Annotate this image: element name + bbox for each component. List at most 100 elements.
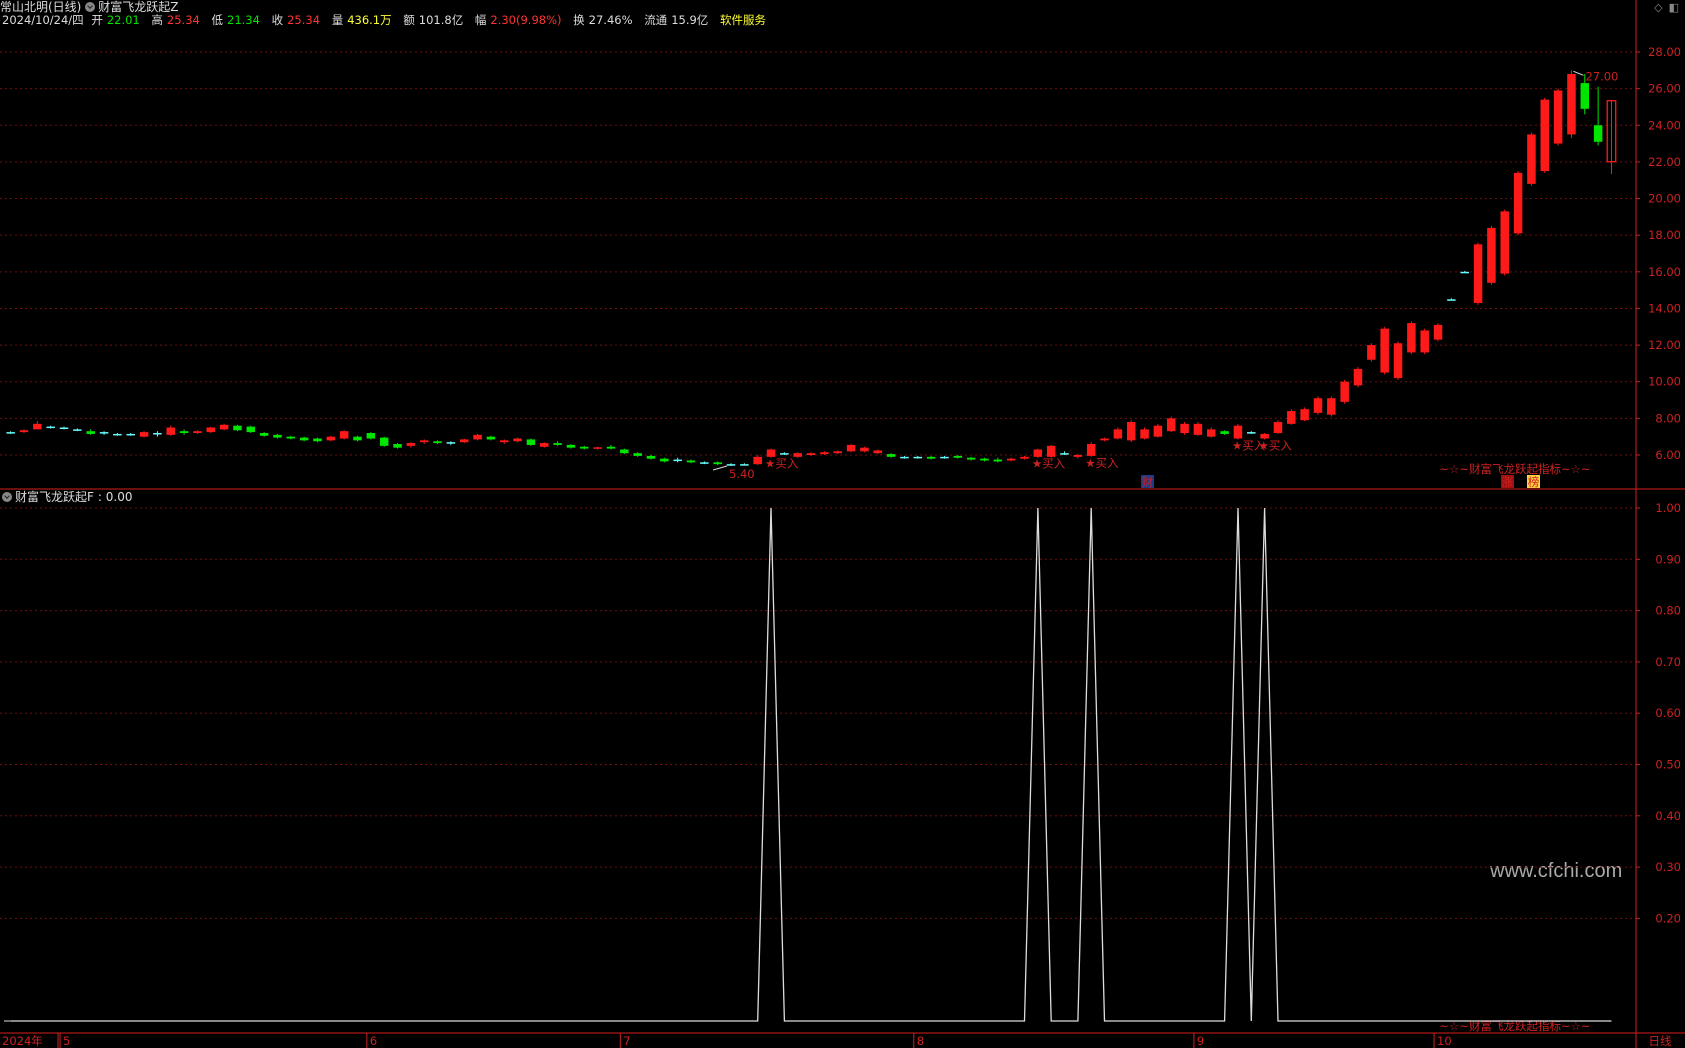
candle (126, 433, 135, 436)
candle (606, 444, 616, 450)
candle (1247, 431, 1256, 434)
candle-body (500, 440, 509, 443)
candle-body (900, 456, 909, 459)
candle (233, 424, 242, 432)
candle (86, 429, 95, 435)
candle-body (1327, 398, 1336, 415)
candle (980, 457, 989, 462)
candle (1340, 379, 1349, 404)
candle-body (820, 452, 829, 455)
candle (806, 452, 816, 456)
candle-body (1207, 429, 1216, 437)
candle (860, 446, 869, 453)
candle-body (86, 431, 95, 434)
candle-body (113, 433, 122, 436)
candle-body (980, 458, 989, 461)
candle-body (419, 440, 429, 443)
candle-body (1220, 431, 1229, 434)
candle-body (459, 439, 469, 443)
candle-body (886, 454, 896, 457)
candle-body (1193, 423, 1203, 435)
chart-canvas[interactable]: 28.00 26.00 24.00 22.00 20.00 18.00 16.00 14.00… (0, 0, 1685, 1048)
candle-body (33, 423, 42, 430)
candle (179, 429, 189, 435)
candle (900, 455, 909, 459)
candle-body (19, 430, 29, 433)
candle-body (1567, 73, 1576, 135)
sub-tick-label: 0.70 (1655, 655, 1681, 669)
candle (339, 430, 349, 440)
candle-body (1060, 453, 1069, 455)
candle-body (299, 437, 309, 441)
candle (379, 436, 389, 447)
candle (206, 426, 216, 434)
candle-body (1433, 324, 1443, 340)
candle-body (1073, 455, 1083, 457)
candle (59, 426, 69, 430)
candle (740, 463, 749, 466)
candle-body (379, 437, 389, 446)
candle-body (193, 431, 202, 434)
min-price-label: 5.40 (729, 467, 755, 481)
candle-body (673, 459, 682, 462)
candle (246, 425, 256, 434)
candle (273, 433, 282, 439)
candle (646, 455, 656, 460)
candle (873, 449, 883, 455)
candle (459, 438, 469, 444)
candle (1100, 437, 1109, 442)
candle-body (806, 453, 816, 455)
candle-body (313, 438, 322, 442)
candle (259, 432, 269, 437)
candle-body (126, 433, 135, 436)
candle-body (1593, 125, 1603, 142)
price-tick-label: 18.00 (1648, 228, 1681, 242)
candle (1433, 323, 1443, 342)
candle (1606, 100, 1617, 174)
candle (1420, 328, 1429, 355)
price-tick-label: 28.00 (1648, 45, 1681, 59)
candle (1327, 396, 1336, 417)
candle (219, 423, 229, 431)
candle (46, 425, 55, 429)
candle-body (1353, 368, 1363, 386)
candle-body (1140, 429, 1149, 439)
candle-body (139, 432, 149, 437)
candle-body (59, 427, 69, 430)
candle (780, 452, 789, 455)
candle-body (1313, 398, 1323, 413)
candle-body (1100, 438, 1109, 441)
tag-cai: 财 (1142, 475, 1154, 489)
candle (886, 453, 896, 458)
candle (433, 440, 442, 445)
buy-signal-label: ★买入 (1032, 457, 1066, 471)
candle-body (1086, 444, 1096, 456)
candle (446, 441, 456, 445)
candle (1447, 298, 1456, 301)
candle-body (179, 431, 189, 434)
candle (473, 433, 482, 441)
candle (753, 455, 762, 466)
candle (326, 435, 336, 442)
candle-body (1233, 425, 1243, 439)
candle-body (433, 441, 442, 444)
candle-body (566, 444, 576, 448)
candle (1593, 86, 1603, 146)
candle-body (740, 464, 749, 466)
candle (1126, 420, 1136, 443)
candle-body (1033, 449, 1043, 457)
candle (153, 431, 162, 437)
candle (966, 456, 976, 461)
sub-tick-label: 0.50 (1655, 758, 1681, 772)
candle (6, 431, 15, 434)
candle (926, 455, 936, 460)
candle-body (753, 456, 762, 465)
candle-body (713, 462, 722, 465)
candle-body (446, 442, 456, 444)
candle-body (620, 449, 629, 454)
candle (566, 444, 576, 449)
candle (193, 430, 202, 434)
month-label: 6 (370, 1034, 377, 1048)
candle (33, 421, 42, 430)
candle (1380, 326, 1389, 375)
